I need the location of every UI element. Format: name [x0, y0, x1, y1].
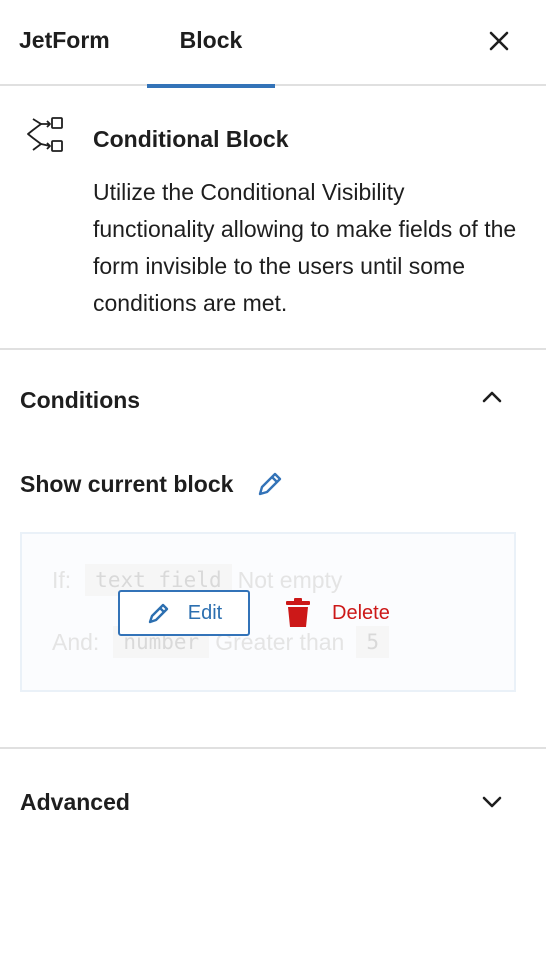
condition-prefix: And: — [52, 628, 100, 655]
edit-conditions-button[interactable]: Edit — [118, 590, 250, 636]
show-current-block-label: Show current block — [20, 470, 234, 497]
pencil-icon — [259, 472, 282, 496]
conditions-list: If: text_field Not empty And: number Gre… — [20, 532, 516, 692]
show-current-block-row: Show current block — [20, 466, 287, 502]
condition-prefix: If: — [52, 566, 72, 593]
tab-jetform[interactable]: JetForm — [19, 0, 129, 86]
conditions-panel-toggle[interactable]: Conditions — [0, 351, 546, 451]
pencil-icon — [148, 603, 168, 624]
advanced-panel-title: Advanced — [20, 789, 130, 815]
block-card: Conditional Block Utilize the Conditiona… — [0, 88, 546, 350]
chevron-up-icon — [482, 391, 502, 403]
block-title: Conditional Block — [93, 126, 289, 152]
edit-button-label: Edit — [187, 601, 223, 624]
conditions-panel-title: Conditions — [20, 387, 141, 413]
conditional-block-icon — [27, 117, 63, 152]
trash-icon — [286, 598, 310, 627]
close-icon — [489, 31, 509, 51]
tab-block[interactable]: Block — [147, 0, 275, 88]
delete-conditions-button[interactable]: Delete — [284, 590, 414, 636]
sidebar-tabs: JetForm Block — [0, 0, 546, 88]
chevron-down-icon — [482, 796, 502, 808]
advanced-panel-toggle[interactable]: Advanced — [0, 749, 546, 849]
tab-block-label: Block — [179, 27, 243, 53]
delete-button-label: Delete — [332, 601, 390, 624]
block-description: Utilize the Conditional Visibility funct… — [93, 179, 517, 316]
edit-visibility-button[interactable] — [255, 468, 287, 500]
close-button[interactable] — [480, 22, 518, 60]
